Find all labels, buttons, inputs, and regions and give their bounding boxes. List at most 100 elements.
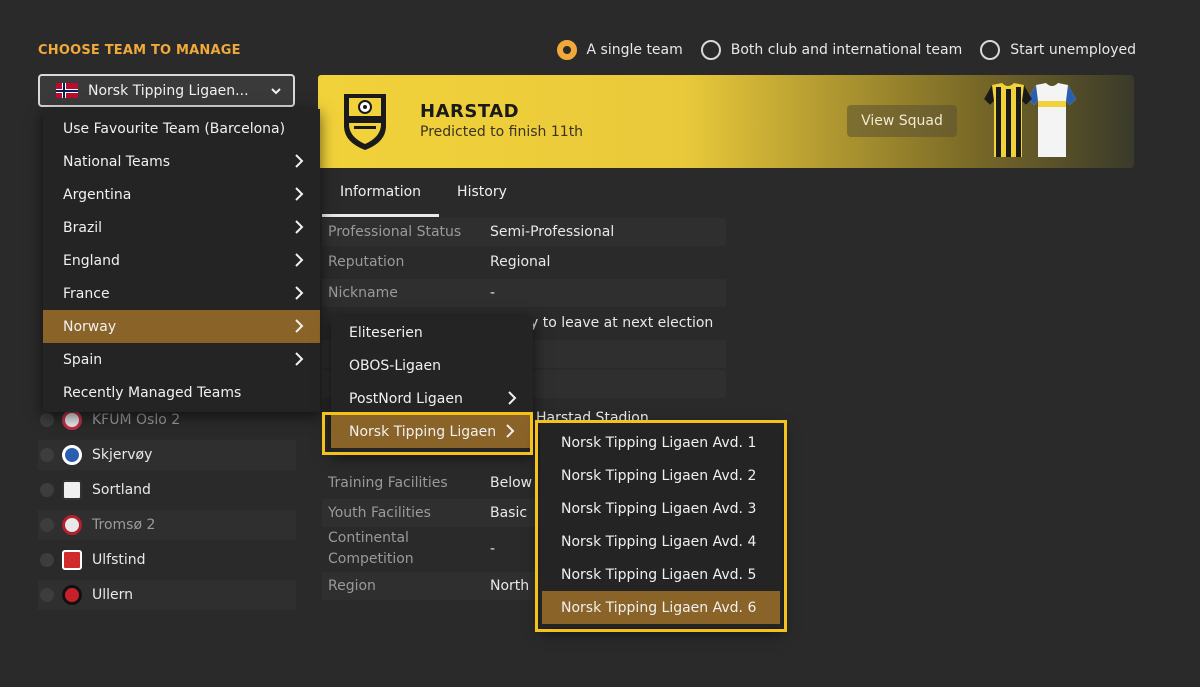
info-row: Professional Status Semi-Professional bbox=[322, 218, 726, 246]
chevron-right-icon bbox=[295, 220, 304, 234]
view-squad-button[interactable]: View Squad bbox=[847, 105, 957, 137]
menu-item-label: PostNord Ligaen bbox=[349, 390, 463, 407]
page-title: CHOOSE TEAM TO MANAGE bbox=[38, 43, 241, 58]
menu-item-label: Argentina bbox=[63, 186, 132, 203]
info-key: Youth Facilities bbox=[328, 505, 431, 521]
radio-unselected-icon bbox=[40, 413, 54, 427]
info-key: Nickname bbox=[328, 285, 398, 301]
chevron-right-icon bbox=[295, 319, 304, 333]
chevron-down-icon bbox=[271, 87, 281, 94]
list-item[interactable]: Ullern bbox=[38, 580, 296, 610]
radio-unselected-icon bbox=[40, 518, 54, 532]
menu-item-national-teams[interactable]: National Teams bbox=[43, 145, 320, 178]
norway-flag-icon bbox=[56, 83, 78, 98]
menu-item-label: Recently Managed Teams bbox=[63, 384, 242, 401]
list-item[interactable]: Ulfstind bbox=[38, 545, 296, 575]
radio-unselected-icon bbox=[700, 40, 721, 60]
menu-item-label: Brazil bbox=[63, 219, 103, 236]
menu-item-label: France bbox=[63, 285, 110, 302]
info-value: Semi-Professional bbox=[490, 224, 615, 240]
menu-item-obos-ligaen[interactable]: OBOS-Ligaen bbox=[331, 349, 533, 382]
info-key: Reputation bbox=[328, 254, 405, 270]
menu-item-label: National Teams bbox=[63, 153, 171, 170]
radio-start-unemployed[interactable]: Start unemployed bbox=[980, 40, 1136, 60]
club-name: Ullern bbox=[92, 587, 134, 603]
info-key: Region bbox=[328, 578, 376, 594]
info-value: Basic bbox=[490, 505, 528, 521]
list-item[interactable]: Tromsø 2 bbox=[38, 510, 296, 540]
highlight-box bbox=[322, 412, 533, 455]
info-tabs: Information History bbox=[322, 176, 525, 217]
radio-unselected-icon bbox=[40, 483, 54, 497]
menu-item-postnord-ligaen[interactable]: PostNord Ligaen bbox=[331, 382, 533, 415]
club-name: HARSTAD bbox=[420, 101, 520, 122]
chevron-right-icon bbox=[508, 391, 517, 405]
club-name: Sortland bbox=[92, 482, 151, 498]
menu-item-france[interactable]: France bbox=[43, 277, 320, 310]
menu-item-label: Norway bbox=[63, 318, 117, 335]
team-source-menu: Use Favourite Team (Barcelona) National … bbox=[43, 109, 320, 412]
radio-label: Start unemployed bbox=[1010, 42, 1136, 58]
radio-label: A single team bbox=[586, 42, 683, 58]
info-key: Continental Competition bbox=[328, 530, 414, 567]
info-key: Training Facilities bbox=[328, 475, 448, 491]
club-name: Ulfstind bbox=[92, 552, 146, 568]
radio-club-and-international[interactable]: Both club and international team bbox=[700, 40, 963, 60]
info-value: - bbox=[490, 541, 496, 557]
menu-item-norway[interactable]: Norway bbox=[43, 310, 320, 343]
chevron-right-icon bbox=[295, 187, 304, 201]
team-select-value: Norsk Tipping Ligaen... bbox=[88, 82, 249, 99]
info-row: Reputation Regional bbox=[322, 248, 726, 276]
radio-selected-icon bbox=[556, 40, 577, 60]
info-value: Below bbox=[490, 475, 533, 491]
mode-radio-group: A single team Both club and internationa… bbox=[556, 40, 1136, 60]
club-kits-image bbox=[984, 83, 1076, 157]
menu-item-label: Use Favourite Team (Barcelona) bbox=[63, 120, 286, 137]
club-banner: HARSTAD Predicted to finish 11th View Sq… bbox=[318, 75, 1134, 168]
radio-single-team[interactable]: A single team bbox=[556, 40, 683, 60]
club-name: KFUM Oslo 2 bbox=[92, 412, 181, 428]
radio-unselected-icon bbox=[40, 448, 54, 462]
club-crest-icon bbox=[62, 410, 82, 430]
menu-item-argentina[interactable]: Argentina bbox=[43, 178, 320, 211]
club-name: Tromsø 2 bbox=[92, 517, 156, 533]
info-key: Professional Status bbox=[328, 224, 462, 240]
list-item[interactable]: Skjervøy bbox=[38, 440, 296, 470]
menu-item-brazil[interactable]: Brazil bbox=[43, 211, 320, 244]
menu-item-label: OBOS-Ligaen bbox=[349, 357, 441, 374]
tab-history[interactable]: History bbox=[439, 176, 525, 217]
chevron-right-icon bbox=[295, 154, 304, 168]
club-crest-icon bbox=[62, 445, 82, 465]
team-select-dropdown[interactable]: Norsk Tipping Ligaen... bbox=[38, 74, 295, 107]
club-name: Skjervøy bbox=[92, 447, 153, 463]
chevron-right-icon bbox=[295, 286, 304, 300]
chevron-right-icon bbox=[295, 352, 304, 366]
info-value: - bbox=[490, 285, 496, 301]
tab-information[interactable]: Information bbox=[322, 176, 440, 217]
menu-item-eliteserien[interactable]: Eliteserien bbox=[331, 316, 533, 349]
list-item[interactable]: Sortland bbox=[38, 475, 296, 505]
club-crest-icon bbox=[62, 515, 82, 535]
radio-unselected-icon bbox=[40, 588, 54, 602]
highlight-box bbox=[535, 420, 787, 632]
club-prediction: Predicted to finish 11th bbox=[420, 124, 584, 140]
club-crest-icon bbox=[62, 480, 82, 500]
menu-item-label: Eliteserien bbox=[349, 324, 423, 341]
menu-item-label: Spain bbox=[63, 351, 103, 368]
menu-item-england[interactable]: England bbox=[43, 244, 320, 277]
menu-item-label: England bbox=[63, 252, 120, 269]
menu-item-spain[interactable]: Spain bbox=[43, 343, 320, 376]
club-crest-icon bbox=[62, 585, 82, 605]
chevron-right-icon bbox=[295, 253, 304, 267]
club-crest-icon bbox=[344, 94, 386, 150]
menu-item-recently-managed[interactable]: Recently Managed Teams bbox=[43, 376, 320, 409]
radio-label: Both club and international team bbox=[730, 42, 963, 58]
radio-unselected-icon bbox=[980, 40, 1001, 60]
radio-unselected-icon bbox=[40, 553, 54, 567]
club-crest-icon bbox=[62, 550, 82, 570]
info-value: Regional bbox=[490, 254, 551, 270]
menu-item-favourite-team[interactable]: Use Favourite Team (Barcelona) bbox=[43, 112, 320, 145]
info-value: y to leave at next election bbox=[530, 315, 714, 331]
info-value: North bbox=[490, 578, 530, 594]
info-row: Nickname - bbox=[322, 279, 726, 307]
